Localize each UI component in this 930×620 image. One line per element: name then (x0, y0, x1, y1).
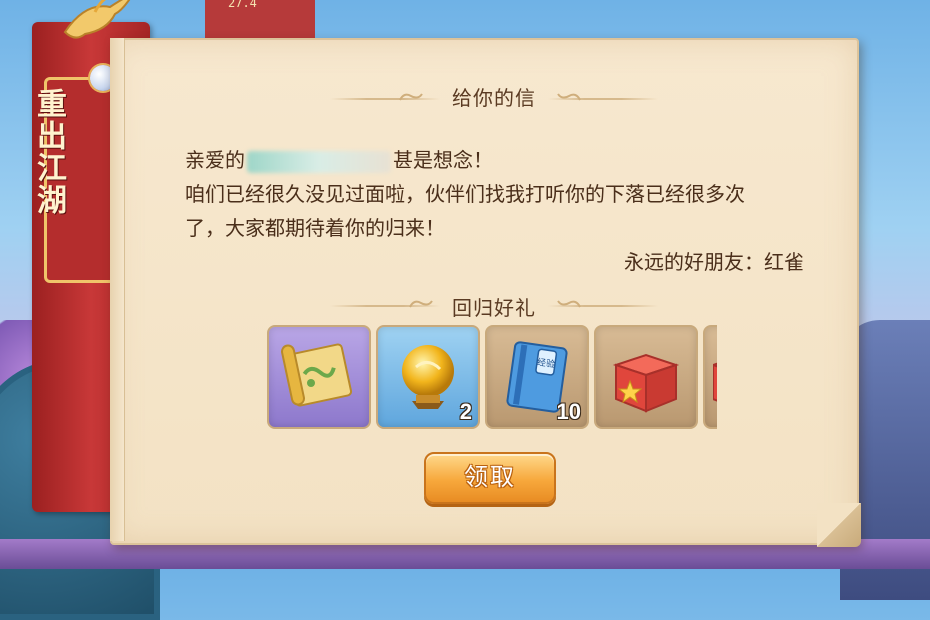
reward-count: 2 (459, 399, 472, 424)
greeting-suffix: 甚是想念！ (393, 148, 493, 172)
rewards-title: 回归好礼 (452, 296, 536, 320)
letter-signature: 永远的好朋友：红雀 (624, 250, 804, 274)
banner-title: 重出江湖 (31, 88, 66, 216)
gift-box-icon (612, 353, 680, 413)
reward-item-experience-book[interactable]: 经验 10 (485, 325, 589, 429)
letter-body-line: 了，大家都期待着你的归来！ (185, 216, 445, 240)
greeting-prefix: 亲爱的 (185, 148, 245, 172)
cloud-swirl-icon (557, 93, 581, 101)
letter-scroll-edge (110, 38, 125, 541)
letter-body-line: 咱们已经很久没见过面啦，伙伴们找我打听你的下落已经很多次 (185, 182, 745, 206)
letter-title: 给你的信 (452, 86, 536, 110)
gift-box-icon (713, 362, 717, 402)
letter-greeting: 亲爱的 甚是想念！ (185, 143, 493, 177)
rewards-list[interactable]: 2 经验 10 (267, 325, 717, 433)
claim-button[interactable]: 领取 (424, 452, 556, 504)
golden-orb-icon (402, 345, 454, 409)
cloud-swirl-icon (409, 300, 433, 308)
treasure-map-icon (281, 343, 353, 407)
page-curl (817, 503, 861, 547)
cloud-swirl-icon (399, 93, 423, 101)
reward-item-gift-box[interactable] (594, 325, 698, 429)
blurred-player-name (247, 150, 391, 173)
reward-item-partial[interactable] (703, 325, 717, 429)
reward-item-golden-orb[interactable]: 2 (376, 325, 480, 429)
reward-item-treasure-map[interactable] (267, 325, 371, 429)
background-top-text: 27.4 (228, 0, 257, 10)
cloud-swirl-icon (557, 300, 581, 308)
reward-count: 10 (556, 399, 581, 424)
